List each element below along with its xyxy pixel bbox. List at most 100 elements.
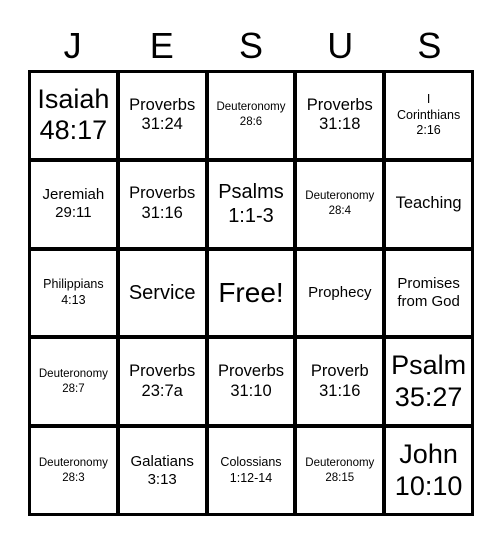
- cell-text: Proverbs 31:10: [218, 362, 284, 402]
- cell-text-line: Proverbs: [129, 184, 196, 203]
- cell-text-line: 3:13: [147, 470, 177, 488]
- cell-text: Deuteronomy 28:7: [39, 367, 108, 397]
- cell-text-line: Galatians: [130, 452, 194, 470]
- cell-text-line: 4:13: [61, 292, 86, 307]
- cell-text: Psalm 35:27: [391, 350, 466, 414]
- header-letter-u: U: [327, 25, 354, 66]
- cell-text-line: 2:16: [416, 123, 441, 138]
- bingo-cell-r5-c2[interactable]: Galatians 3:13: [119, 428, 205, 513]
- cell-text-line: Psalms: [218, 181, 284, 204]
- cell-text-line: Promises: [397, 274, 460, 292]
- cell-text-line: Teaching: [395, 194, 462, 213]
- cell-text-line: 28:7: [62, 382, 85, 395]
- bingo-cell-r3-c2[interactable]: Service: [119, 250, 205, 336]
- cell-text: Teaching: [396, 194, 462, 214]
- cell-text-line: Psalm: [391, 349, 467, 380]
- cell-text-line: 28:4: [328, 205, 351, 218]
- cell-text: Deuteronomy 28:4: [305, 189, 374, 219]
- cell-text-line: Colossians: [220, 454, 282, 469]
- cell-text-line: Jeremiah: [42, 186, 105, 204]
- cell-text-line: Prophecy: [308, 283, 372, 301]
- bingo-cell-r4-c5[interactable]: Psalm 35:27: [386, 339, 471, 425]
- bingo-cell-r3-c5[interactable]: Promises from God: [386, 250, 471, 336]
- bingo-cell-r5-c1[interactable]: Deuteronomy 28:3: [31, 428, 116, 513]
- cell-text: Galatians 3:13: [131, 453, 194, 489]
- bingo-cell-r4-c2[interactable]: Proverbs 23:7a: [119, 339, 205, 425]
- cell-text-line: from God: [397, 292, 460, 310]
- cell-text-line: 35:27: [394, 381, 463, 412]
- cell-text-line: 31:16: [319, 381, 361, 400]
- cell-text: Jeremiah 29:11: [43, 186, 105, 222]
- cell-text-line: I: [426, 91, 431, 106]
- cell-text-line: Deuteronomy: [216, 101, 286, 114]
- cell-text-line: Proverbs: [129, 361, 196, 380]
- cell-text-line: Proverbs: [129, 95, 196, 114]
- bingo-header: J E S U S: [28, 22, 474, 70]
- bingo-cell-r2-c5[interactable]: Teaching: [386, 161, 471, 247]
- cell-text-line: Proverbs: [217, 361, 284, 380]
- cell-text-line: 29:11: [55, 204, 92, 222]
- cell-text-line: Deuteronomy: [305, 190, 375, 203]
- cell-text-line: 31:24: [141, 115, 183, 134]
- cell-text-line: 23:7a: [141, 381, 183, 400]
- cell-text: Proverbs 31:18: [307, 96, 373, 136]
- bingo-cell-r1-c4[interactable]: Proverbs 31:18: [297, 73, 383, 158]
- cell-text-line: Deuteronomy: [305, 456, 375, 469]
- bingo-cell-r2-c4[interactable]: Deuteronomy 28:4: [297, 161, 383, 247]
- cell-text: Service: [129, 281, 196, 305]
- cell-text-line: 28:15: [325, 471, 355, 484]
- bingo-board: Isaiah 48:17 Proverbs 31:24 Deuteronomy 28:6 P…: [28, 70, 474, 516]
- cell-text-line: Deuteronomy: [38, 367, 108, 380]
- bingo-cell-r1-c1[interactable]: Isaiah 48:17: [31, 73, 116, 158]
- cell-text-line: 31:10: [230, 381, 272, 400]
- bingo-cell-r4-c3[interactable]: Proverbs 31:10: [208, 339, 294, 425]
- cell-text: John 10:10: [395, 439, 463, 503]
- bingo-cell-r1-c5[interactable]: I Corinthians 2:16: [386, 73, 471, 158]
- cell-text-line: John: [399, 438, 458, 469]
- cell-text-line: 31:18: [319, 115, 361, 134]
- cell-text-line: 28:6: [239, 116, 263, 129]
- bingo-cell-r3-c4[interactable]: Prophecy: [297, 250, 383, 336]
- bingo-cell-r2-c3[interactable]: Psalms 1:1-3: [208, 161, 294, 247]
- cell-text: Proverbs 23:7a: [129, 362, 195, 402]
- cell-text: Deuteronomy 28:3: [39, 456, 108, 486]
- cell-text: Colossians 1:12-14: [220, 455, 281, 486]
- cell-text-line: 31:16: [141, 204, 183, 223]
- cell-text: Isaiah 48:17: [37, 84, 109, 148]
- header-letter-e: E: [149, 25, 174, 66]
- bingo-cell-r5-c4[interactable]: Deuteronomy 28:15: [297, 428, 383, 513]
- cell-text-line: Philippians: [43, 277, 104, 292]
- cell-text-line: Service: [128, 281, 196, 304]
- bingo-cell-r4-c4[interactable]: Proverb 31:16: [297, 339, 383, 425]
- header-letter-s-2: S: [417, 25, 442, 66]
- cell-text: Psalms 1:1-3: [218, 180, 284, 228]
- cell-text-line: 28:3: [62, 471, 85, 484]
- cell-text: Deuteronomy 28:15: [305, 456, 374, 486]
- bingo-cell-r1-c2[interactable]: Proverbs 31:24: [119, 73, 205, 158]
- cell-text-line: 48:17: [39, 115, 108, 146]
- cell-text-line: Proverbs: [306, 95, 373, 114]
- cell-text-line: Isaiah: [37, 83, 110, 114]
- cell-text: Prophecy: [308, 284, 371, 302]
- cell-text-line: 1:12-14: [229, 470, 273, 485]
- header-letter-s: S: [239, 25, 264, 66]
- bingo-cell-r3-c1[interactable]: Philippians 4:13: [31, 250, 116, 336]
- cell-text: Proverbs 31:24: [129, 96, 195, 136]
- bingo-cell-r4-c1[interactable]: Deuteronomy 28:7: [31, 339, 116, 425]
- cell-text-line: Deuteronomy: [38, 456, 108, 469]
- cell-text: Deuteronomy 28:6: [216, 100, 285, 130]
- cell-text: I Corinthians 2:16: [397, 92, 460, 139]
- cell-text-line: Free!: [218, 276, 284, 308]
- cell-text-line: Corinthians: [396, 107, 461, 122]
- header-letter-j: J: [63, 25, 82, 66]
- cell-text: Proverbs 31:16: [129, 184, 195, 224]
- cell-text-line: Proverb: [310, 361, 369, 380]
- bingo-cell-r1-c3[interactable]: Deuteronomy 28:6: [208, 73, 294, 158]
- bingo-cell-r2-c1[interactable]: Jeremiah 29:11: [31, 161, 116, 247]
- free-space-cell[interactable]: Free!: [208, 250, 294, 336]
- bingo-cell-r5-c3[interactable]: Colossians 1:12-14: [208, 428, 294, 513]
- bingo-cell-r2-c2[interactable]: Proverbs 31:16: [119, 161, 205, 247]
- cell-text-line: 10:10: [394, 470, 463, 501]
- cell-text: Free!: [218, 277, 283, 309]
- bingo-cell-r5-c5[interactable]: John 10:10: [386, 428, 471, 513]
